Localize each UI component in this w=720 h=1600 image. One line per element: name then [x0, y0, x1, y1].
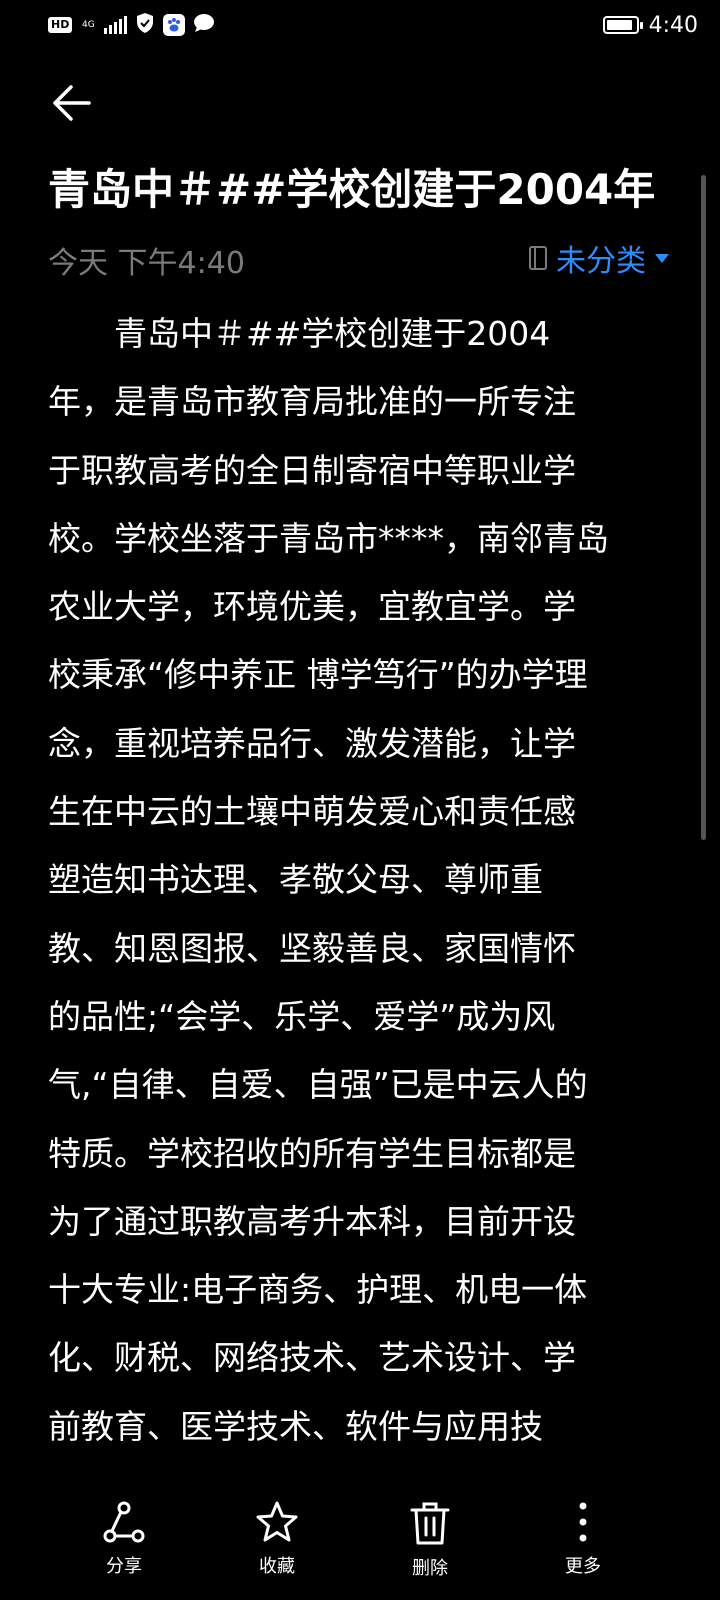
body-line: 十大专业:电子商务、护理、机电一体	[48, 1270, 588, 1310]
category-label: 未分类	[556, 244, 646, 279]
body-line: 特质。学校招收的所有学生目标都是	[48, 1133, 576, 1173]
body-line: 念，重视培养品行、激发潜能，让学	[48, 723, 576, 763]
share-icon	[103, 1501, 145, 1543]
battery-level	[606, 20, 632, 30]
category-selector[interactable]: 未分类	[528, 236, 670, 280]
body-line: 校。学校坐落于青岛市****，南邻青岛	[48, 518, 609, 558]
delete-button[interactable]: 删除	[370, 1500, 490, 1580]
dropdown-triangle-icon	[655, 254, 669, 263]
back-button[interactable]	[46, 78, 96, 128]
body-line: 于职教高考的全日制寄宿中等职业学	[48, 450, 576, 490]
body-line: 前教育、医学技术、软件与应用技	[48, 1406, 543, 1446]
note-meta: 今天 下午4:40 未分类	[48, 232, 670, 281]
more-icon	[579, 1502, 587, 1542]
back-arrow-icon	[53, 85, 91, 121]
status-bar: HD 4G 4:40	[0, 0, 720, 50]
note-date: 今天 下午4:40	[48, 246, 245, 281]
shield-icon	[135, 12, 155, 38]
body-line: 校秉承“修中养正 博学笃行”的办学理	[48, 655, 588, 695]
share-button[interactable]: 分享	[64, 1500, 184, 1578]
star-icon	[256, 1501, 298, 1542]
note-title[interactable]: 青岛中＃##学校创建于2004年	[48, 160, 678, 220]
body-line: 的品性;“会学、乐学、爱学”成为风	[48, 996, 556, 1036]
battery-icon	[602, 16, 643, 34]
scrollbar[interactable]	[701, 175, 706, 840]
network-icon: 4G	[81, 20, 95, 30]
trash-icon	[410, 1502, 450, 1545]
notebook-icon	[529, 246, 547, 270]
favorite-button[interactable]: 收藏	[217, 1500, 337, 1578]
status-icons-left: HD 4G	[48, 10, 215, 40]
signal-icon	[104, 16, 128, 34]
message-icon	[193, 13, 215, 37]
body-line: 年，是青岛市教育局批准的一所专注	[48, 382, 576, 422]
note-body[interactable]: 青岛中＃##学校创建于2004 年，是青岛市教育局批准的一所专注 于职教高考的全日制…	[48, 300, 670, 1461]
body-line: 气,“自律、自爱、自强”已是中云人的	[48, 1065, 588, 1105]
hd-icon: HD	[48, 17, 73, 33]
status-time: 4:40	[648, 12, 698, 38]
body-line: 教、知恩图报、坚毅善良、家国情怀	[48, 928, 576, 968]
body-line: 塑造知书达理、孝敬父母、尊师重	[48, 860, 543, 900]
more-button[interactable]: 更多	[523, 1500, 643, 1578]
status-icons-right: 4:40	[602, 10, 698, 40]
share-label: 分享	[106, 1556, 142, 1577]
body-line: 生在中云的土壤中萌发爱心和责任感	[48, 792, 576, 832]
baidu-app-icon	[163, 14, 186, 36]
body-line: 为了通过职教高考升本科，目前开设	[48, 1201, 576, 1241]
body-line: 青岛中＃##学校创建于2004	[48, 314, 551, 353]
body-line: 农业大学，环境优美，宜教宜学。学	[48, 587, 576, 627]
body-line: 化、财税、网络技术、艺术设计、学	[48, 1338, 576, 1378]
bottom-action-bar: 分享 收藏 删除 更多	[0, 1470, 720, 1600]
more-label: 更多	[565, 1556, 601, 1577]
delete-label: 删除	[412, 1558, 448, 1579]
favorite-label: 收藏	[259, 1556, 295, 1577]
